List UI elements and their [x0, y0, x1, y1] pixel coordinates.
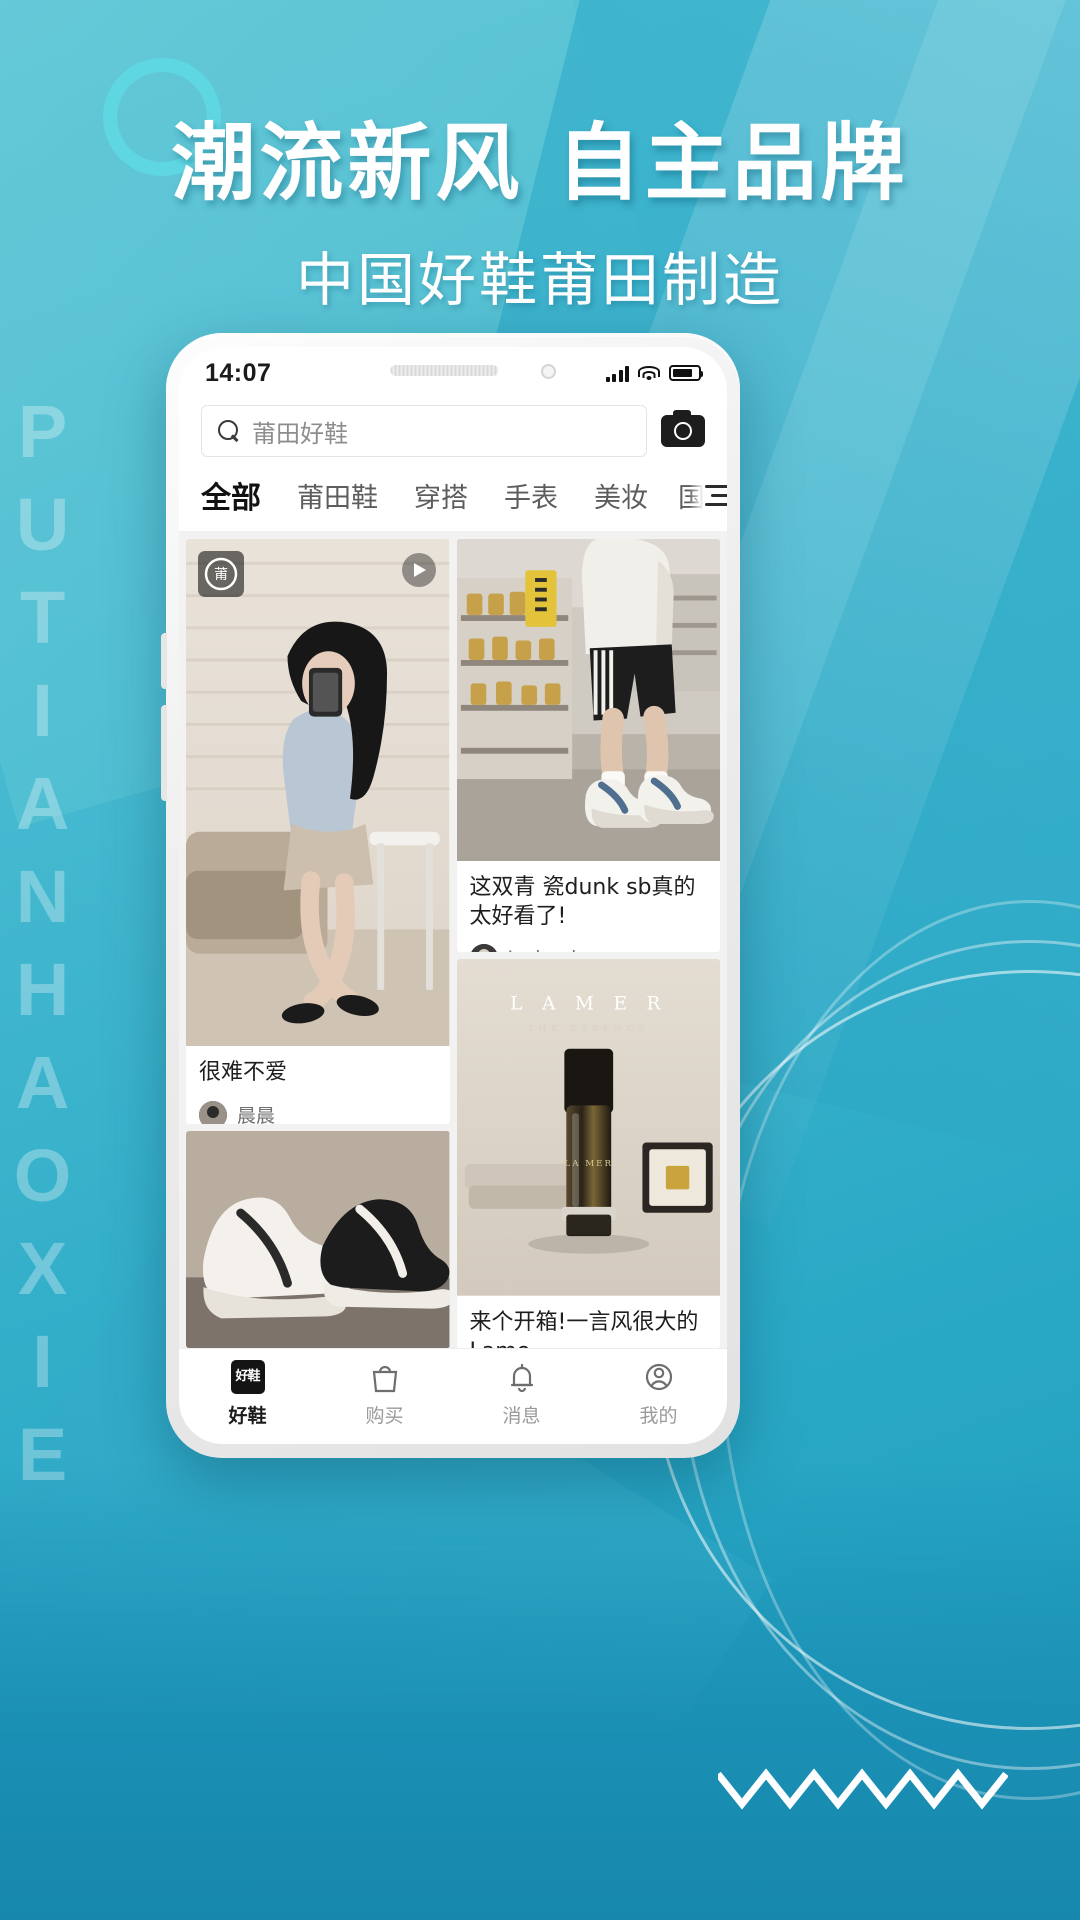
nav-label: 购买: [365, 1404, 404, 1427]
svg-text:THE ESSENCE: THE ESSENCE: [527, 1024, 649, 1034]
feed-card-dunk-sb[interactable]: 这双青 瓷dunk sb真的太好看了! Iceland: [456, 539, 721, 953]
card-image: [186, 1130, 450, 1348]
photo-lamer-product: L A M E R THE ESSENCE LA MER: [456, 959, 720, 1296]
feed-card-sneakers[interactable]: [186, 1130, 450, 1348]
photo-girl-mirror: [186, 539, 450, 1047]
nav-label: 好鞋: [228, 1404, 267, 1427]
status-time: 14:07: [205, 358, 272, 387]
card-title: 来个开箱!一言风很大的Lame: [469, 1309, 699, 1348]
search-placeholder: 莆田好鞋: [252, 419, 348, 448]
card-username: Iceland: [508, 947, 577, 952]
battery-icon: [669, 365, 703, 381]
play-icon[interactable]: [401, 553, 436, 587]
tab-putian-shoes[interactable]: 莆田鞋: [297, 472, 378, 519]
nav-item-haoxie[interactable]: 好鞋 好鞋: [179, 1359, 316, 1428]
category-tabs: 全部 莆田鞋 穿搭 手表 美妆 国: [179, 467, 727, 532]
page-subtitle: 中国好鞋莆田制造: [295, 246, 784, 314]
bottom-navigation: 好鞋 好鞋 购买 消息 我的: [179, 1348, 727, 1444]
vertical-brand-text: PUTIANHAOXIE: [1, 390, 85, 1506]
card-user[interactable]: 晨晨: [199, 1100, 437, 1124]
card-body: 来个开箱!一言风很大的Lame: [457, 1296, 721, 1348]
nav-label: 我的: [639, 1404, 678, 1427]
avatar: [469, 944, 498, 953]
card-body: 这双青 瓷dunk sb真的太好看了! Iceland: [457, 861, 721, 953]
card-user[interactable]: Iceland: [469, 944, 708, 953]
tab-all[interactable]: 全部: [201, 469, 261, 521]
tab-beauty[interactable]: 美妆: [594, 472, 648, 519]
card-username: 晨晨: [237, 1105, 276, 1124]
feed-card-lamer[interactable]: L A M E R THE ESSENCE LA MER 来个开箱!一言风很大的: [456, 959, 721, 1348]
nav-item-buy[interactable]: 购买: [316, 1360, 453, 1428]
search-icon: [218, 420, 240, 442]
camera-icon[interactable]: [661, 410, 705, 447]
phone-mockup: 14:07 莆田好鞋 全部 莆田鞋 穿搭 手表 美妆 国 莆 很难不爱 晨晨 这…: [161, 333, 740, 1458]
search-input[interactable]: 莆田好鞋: [201, 405, 647, 457]
photo-sneakers: [186, 1130, 450, 1348]
svg-text:莆: 莆: [214, 567, 228, 583]
card-image: 莆: [186, 539, 450, 1047]
feed-column-right: 这双青 瓷dunk sb真的太好看了! Iceland: [456, 539, 721, 1348]
card-image: [456, 539, 720, 862]
signal-icon: [605, 365, 629, 382]
card-title: 很难不爱: [199, 1060, 288, 1086]
tab-watches[interactable]: 手表: [504, 472, 558, 519]
nav-item-messages[interactable]: 消息: [453, 1360, 590, 1428]
wifi-icon: [638, 365, 660, 382]
earpiece-speaker: [390, 365, 499, 376]
card-body: 很难不爱 晨晨: [186, 1046, 450, 1124]
logo-badge-icon: 莆: [198, 551, 244, 597]
svg-text:LA MER: LA MER: [564, 1159, 613, 1169]
status-bar: 14:07: [179, 347, 727, 399]
feed-card-girl-mirror[interactable]: 莆 很难不爱 晨晨: [186, 539, 450, 1124]
shopping-bag-icon: [370, 1360, 400, 1394]
card-title: 这双青 瓷dunk sb真的太好看了!: [469, 875, 696, 930]
hamburger-menu-icon[interactable]: [705, 484, 727, 506]
card-image: L A M E R THE ESSENCE LA MER: [456, 959, 720, 1296]
logo-badge-icon: 好鞋: [230, 1359, 265, 1394]
svg-text:L A M E R: L A M E R: [510, 994, 667, 1015]
front-camera: [540, 364, 556, 379]
tab-partial[interactable]: 国: [678, 476, 705, 515]
status-icons: [605, 365, 703, 382]
photo-store-legs: [456, 539, 720, 862]
page-title: 潮流新风 自主品牌: [171, 114, 909, 212]
person-icon: [644, 1360, 674, 1394]
avatar: [199, 1100, 227, 1124]
search-row: 莆田好鞋: [179, 399, 727, 467]
poster-headline-group: 潮流新风 自主品牌 中国好鞋莆田制造: [0, 96, 1080, 317]
tab-outfits[interactable]: 穿搭: [414, 472, 468, 519]
zigzag-decoration: [718, 1768, 1008, 1810]
feed-column-left: 莆 很难不爱 晨晨: [186, 539, 450, 1348]
phone-screen: 14:07 莆田好鞋 全部 莆田鞋 穿搭 手表 美妆 国 莆 很难不爱 晨晨 这…: [179, 347, 727, 1444]
nav-item-profile[interactable]: 我的: [590, 1360, 727, 1428]
nav-label: 消息: [502, 1404, 541, 1427]
content-feed[interactable]: 莆 很难不爱 晨晨 这双青 瓷dunk sb真的太好看了! L A M E R …: [179, 532, 727, 1348]
bell-icon: [507, 1360, 537, 1394]
